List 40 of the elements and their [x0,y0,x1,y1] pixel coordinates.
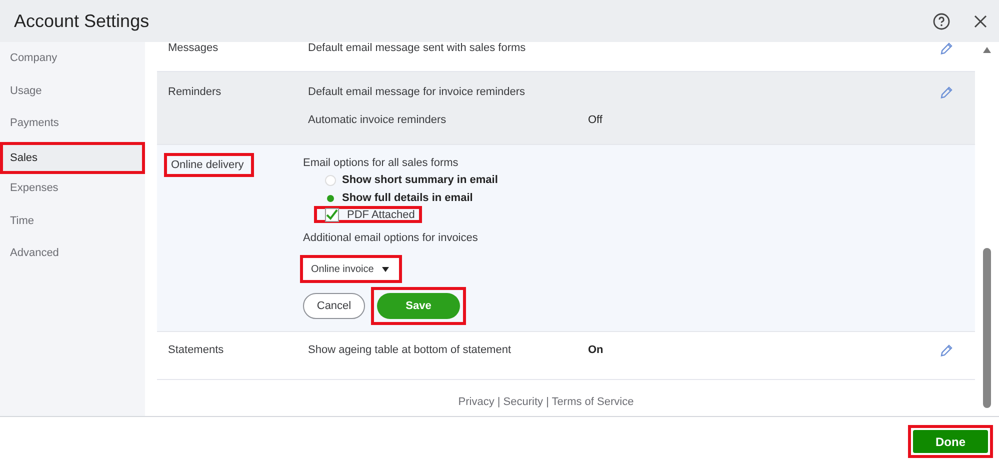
pencil-icon[interactable] [940,42,953,55]
settings-row[interactable]: Reminders Default email message for invoice reminders Automatic invoice reminders Off [157,72,975,145]
sidebar-item[interactable]: Payments [0,109,145,142]
scroll-up-icon[interactable] [983,47,991,53]
sidebar-item[interactable]: Advanced [0,239,145,272]
settings-row[interactable]: Statements Show ageing table at bottom of statement On [157,332,975,380]
section-heading: Additional email options for invoices [303,232,479,244]
row-label: Online delivery [164,153,254,177]
setting-description: Default email message sent with sales forms [308,42,527,54]
setting-value: Off [588,114,602,126]
pdf-checkbox-option[interactable]: PDF Attached [314,206,422,223]
scrollbar-thumb[interactable] [983,248,991,408]
row-label: Statements [167,344,225,356]
setting-value: On [588,344,604,356]
row-label: Reminders [167,86,222,98]
radio-button[interactable] [325,174,336,186]
caret-icon [382,266,389,272]
pencil-icon[interactable] [940,86,953,99]
sidebar-item[interactable]: Expenses [0,174,145,206]
radio-label: Show short summary in email [342,174,498,186]
section-heading: Email options for all sales forms [303,157,460,169]
sidebar-item[interactable]: Time [0,206,145,239]
close-icon[interactable] [974,14,987,28]
help-icon[interactable] [933,12,950,30]
done-button[interactable]: Done [913,430,988,453]
pencil-icon[interactable] [940,344,953,357]
setting-description: Show ageing table at bottom of statement [308,344,512,356]
invoice-dropdown[interactable]: Online invoice [300,255,402,283]
sidebar-item[interactable]: Usage [0,76,145,109]
footer-links[interactable]: Privacy | Security | Terms of Service [157,396,975,408]
window-title: Account Settings [14,10,150,32]
sidebar-item[interactable]: Company [0,44,145,76]
checkbox[interactable] [325,208,339,222]
setting-description: Automatic invoice reminders [308,114,448,126]
save-button[interactable]: Save [377,293,460,319]
cancel-button[interactable]: Cancel [303,293,365,319]
sidebar-item[interactable]: Sales [0,142,145,174]
row-label: Messages [167,42,220,54]
radio-label: Show full details in email [342,192,473,204]
setting-description: Default email message for invoice reminders [308,86,526,98]
